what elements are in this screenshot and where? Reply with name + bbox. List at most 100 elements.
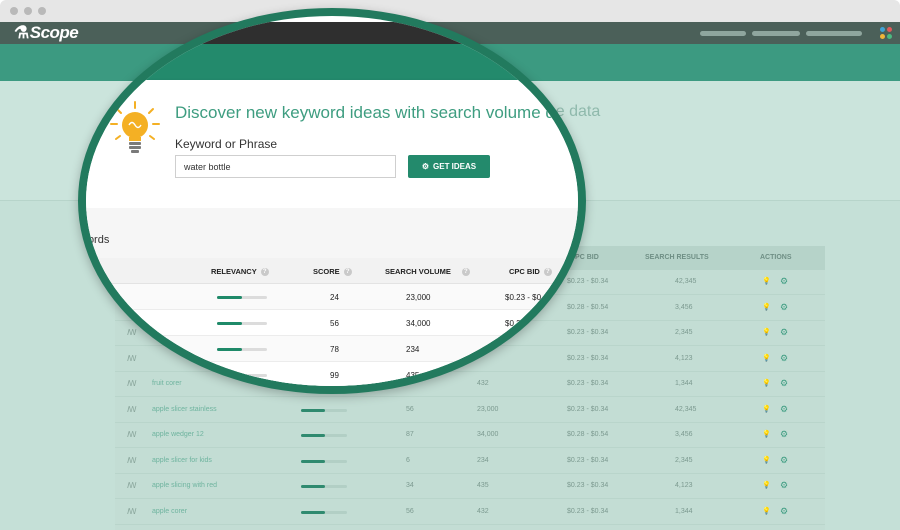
keyword-link[interactable]: apple slicing with red: [152, 482, 217, 489]
table-row[interactable]: ꟿapple slicing with red8723,000$0.23 - $…: [115, 525, 825, 530]
column-header-score[interactable]: SCORE?: [313, 267, 352, 277]
relevancy-bar: [217, 296, 267, 299]
search-volume-cell: 435: [477, 482, 489, 489]
cpc-bid-cell: $0.23 - $0.34: [567, 507, 609, 515]
relevancy-bar-fill: [217, 296, 242, 299]
keyword-link[interactable]: apple corer: [152, 508, 187, 515]
nav-item-3[interactable]: [806, 31, 862, 36]
lightbulb-icon[interactable]: 💡: [762, 456, 771, 464]
gears-icon[interactable]: ⚙: [780, 327, 788, 338]
cpc-bid-cell: $0.23 - $0.34: [567, 482, 609, 489]
help-icon[interactable]: ?: [543, 268, 552, 277]
keyword-icon: ꟿ: [127, 404, 137, 414]
gears-icon[interactable]: ⚙: [780, 480, 788, 491]
table-row[interactable]: ꟿ apple slicer stainless 56 23,000 $0.23 - $…: [115, 398, 825, 423]
get-ideas-button[interactable]: ⚙ GET IDEAS: [408, 155, 490, 178]
lightbulb-icon[interactable]: 💡: [762, 481, 771, 489]
search-results-cell: 2,345: [675, 329, 693, 336]
search-results-cell: 3,456: [675, 431, 693, 438]
table-row[interactable]: ꟿ apple corer 56 432 $0.23 - $0.34 1,344 💡 ⚙: [115, 500, 825, 525]
relevancy-bar-fill: [301, 459, 325, 463]
relevancy-bar-fill: [217, 348, 242, 351]
table-row[interactable]: 99 435: [86, 362, 578, 386]
help-icon[interactable]: ?: [260, 268, 269, 277]
column-header-score-label: SCORE: [313, 267, 340, 276]
window-minimize-dot[interactable]: [24, 7, 32, 15]
lightbulb-icon[interactable]: 💡: [762, 405, 771, 413]
keyword-link[interactable]: apple wedger 12: [152, 431, 204, 438]
column-header-search-results[interactable]: SEARCH RESULTS: [645, 254, 709, 261]
nav-item-1[interactable]: [700, 31, 746, 36]
section-title: words: [80, 234, 110, 246]
column-header-cpc-bid-label: CPC BID: [509, 267, 540, 276]
table-row[interactable]: 24 23,000 $0.23 - $0.: [86, 284, 578, 310]
cpc-bid-cell: $0.23 - $0.34: [567, 405, 609, 413]
search-volume-cell: 432: [477, 507, 489, 515]
lightbulb-icon[interactable]: 💡: [762, 379, 771, 387]
window-maximize-dot[interactable]: [38, 7, 46, 15]
app-logo-text: Scope: [29, 23, 79, 42]
lightbulb-icon: [110, 101, 160, 153]
flask-icon: ⚗: [14, 23, 29, 42]
search-results-cell: 1,344: [675, 380, 693, 387]
keyword-input[interactable]: [175, 155, 396, 178]
hero-title: Discover new keyword ideas with search v…: [175, 103, 579, 122]
search-results-cell: 4,123: [675, 354, 693, 362]
search-results-cell: 42,345: [675, 405, 697, 413]
score-cell: 99: [330, 371, 339, 380]
lightbulb-icon[interactable]: 💡: [762, 277, 771, 285]
gears-icon[interactable]: ⚙: [780, 455, 788, 466]
cpc-bid-cell: $0.23 - $0.34: [567, 456, 609, 464]
lightbulb-icon[interactable]: 💡: [762, 303, 771, 311]
relevancy-bar: [301, 434, 347, 437]
column-header-relevancy[interactable]: RELEVANCY?: [211, 267, 269, 277]
apps-grid-icon[interactable]: [878, 25, 894, 41]
lightbulb-icon[interactable]: 💡: [762, 507, 771, 515]
search-volume-cell: 234: [406, 345, 420, 354]
keyword-search-panel: Discover new keyword ideas with search v…: [86, 80, 579, 208]
table-row[interactable]: ꟿ apple slicer for kids 6 234 $0.23 - $0.34 2…: [115, 449, 825, 474]
score-cell: 87: [406, 431, 414, 438]
score-cell: 56: [330, 319, 339, 328]
keyword-input-label: Keyword or Phrase: [175, 137, 278, 151]
search-results-cell: 3,456: [675, 303, 693, 311]
relevancy-bar-fill: [301, 485, 325, 488]
search-volume-cell: 34,000: [477, 431, 499, 438]
score-cell: 34: [406, 482, 414, 489]
app-logo[interactable]: ⚗Scope: [14, 23, 79, 43]
gears-icon[interactable]: ⚙: [780, 404, 788, 415]
window-close-dot[interactable]: [10, 7, 18, 15]
search-volume-cell: 23,000: [477, 405, 499, 413]
relevancy-bar-fill: [301, 408, 325, 412]
gears-icon[interactable]: ⚙: [780, 429, 788, 440]
gears-icon[interactable]: ⚙: [780, 506, 788, 517]
cpc-bid-cell: $0.2: [505, 319, 521, 328]
help-icon[interactable]: ?: [461, 268, 470, 277]
gears-icon[interactable]: ⚙: [780, 302, 788, 313]
keyword-link[interactable]: apple slicer stainless: [152, 406, 217, 413]
nav-item-2[interactable]: [752, 31, 800, 36]
help-icon[interactable]: ?: [343, 268, 352, 277]
table-row[interactable]: 56 34,000 $0.2: [86, 310, 578, 336]
relevancy-bar: [217, 374, 267, 377]
table-row[interactable]: 78 234: [86, 336, 578, 362]
gears-icon[interactable]: ⚙: [780, 353, 788, 364]
magnifier-lens: Discover new keyword ideas with search v…: [78, 8, 586, 394]
column-header-search-volume-label: SEARCH VOLUME: [385, 267, 451, 276]
relevancy-bar: [301, 485, 347, 488]
search-results-cell: 1,344: [675, 507, 693, 515]
score-cell: 56: [406, 405, 414, 413]
lightbulb-icon[interactable]: 💡: [762, 354, 771, 362]
search-results-cell: 42,345: [675, 278, 697, 285]
table-row[interactable]: ꟿ apple wedger 12 87 34,000 $0.28 - $0.54 3,4…: [115, 423, 825, 448]
score-cell: 78: [330, 345, 339, 354]
lightbulb-icon[interactable]: 💡: [762, 328, 771, 336]
relevancy-bar: [301, 408, 347, 412]
table-row[interactable]: ꟿ apple slicing with red 34 435 $0.23 - $0.3…: [115, 474, 825, 499]
gears-icon[interactable]: ⚙: [780, 276, 788, 287]
column-header-cpc-bid[interactable]: CPC BID?: [509, 267, 552, 277]
keyword-link[interactable]: apple slicer for kids: [152, 457, 212, 464]
column-header-search-volume[interactable]: SEARCH VOLUME?: [385, 267, 470, 277]
gears-icon[interactable]: ⚙: [780, 378, 788, 389]
lightbulb-icon[interactable]: 💡: [762, 430, 771, 438]
